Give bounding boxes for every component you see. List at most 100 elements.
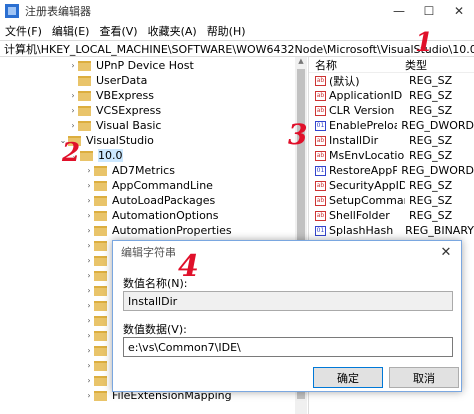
value-row[interactable]: ab ApplicationID REG_SZ <box>309 88 474 103</box>
tree-item[interactable]: › VCSExpress <box>0 103 306 118</box>
chevron-right-icon[interactable]: › <box>68 106 78 115</box>
value-name-cell: 01RestoreAppPath <box>309 164 397 177</box>
menu-help[interactable]: 帮助(H) <box>202 23 251 39</box>
chevron-right-icon[interactable]: › <box>84 331 94 340</box>
tree-item[interactable]: › AppCommandLine <box>0 178 306 193</box>
folder-icon <box>78 60 91 71</box>
value-row[interactable]: ab ShellFolder REG_SZ <box>309 208 474 223</box>
chevron-right-icon[interactable]: › <box>84 376 94 385</box>
cancel-button[interactable]: 取消 <box>389 367 459 388</box>
maximize-button[interactable]: ☐ <box>414 0 444 22</box>
dialog-close-button[interactable]: ✕ <box>431 241 461 263</box>
chevron-right-icon[interactable]: › <box>84 211 94 220</box>
folder-icon <box>94 210 107 221</box>
chevron-right-icon[interactable]: › <box>84 241 94 250</box>
value-name-cell: 01EnablePreload... <box>309 119 397 132</box>
address-bar[interactable]: 计算机\HKEY_LOCAL_MACHINE\SOFTWARE\WOW6432N… <box>0 40 474 57</box>
value-type: REG_SZ <box>409 134 453 147</box>
value-row[interactable]: 01 SplashHash REG_BINARY <box>309 223 474 238</box>
tree-item[interactable]: › UPnP Device Host <box>0 58 306 73</box>
chevron-right-icon[interactable]: › <box>84 181 94 190</box>
menu-bar: 文件(F) 编辑(E) 查看(V) 收藏夹(A) 帮助(H) <box>0 22 474 40</box>
tree-item-label: UserData <box>96 74 148 87</box>
tree-item[interactable]: ⌄ 10.0 <box>0 148 306 163</box>
chevron-right-icon[interactable]: › <box>84 301 94 310</box>
chevron-right-icon[interactable]: › <box>68 121 78 130</box>
value-name-field[interactable]: InstallDir <box>123 291 453 311</box>
folder-icon <box>94 300 107 311</box>
string-value-icon: ab <box>315 210 326 221</box>
string-value-icon: ab <box>315 75 326 86</box>
chevron-right-icon[interactable]: › <box>68 91 78 100</box>
scroll-up-arrow-icon[interactable]: ▲ <box>295 57 307 69</box>
value-row[interactable]: ab MsEnvLocation REG_SZ <box>309 148 474 163</box>
values-header: 名称 类型 <box>309 57 474 73</box>
folder-icon <box>78 105 91 116</box>
folder-icon <box>78 75 91 86</box>
value-name: ApplicationID <box>329 89 403 102</box>
menu-edit[interactable]: 编辑(E) <box>47 23 95 39</box>
folder-icon <box>94 240 107 251</box>
value-data-label: 数值数据(V): <box>123 323 187 336</box>
string-value-icon: ab <box>315 90 326 101</box>
folder-icon <box>94 225 107 236</box>
edit-string-dialog: 编辑字符串 ✕ 数值名称(N): InstallDir 数值数据(V): e:\… <box>112 240 462 392</box>
value-row[interactable]: 01RestoreAppPath REG_DWORD <box>309 163 474 178</box>
value-row[interactable]: ab (默认) REG_SZ <box>309 73 474 88</box>
tree-item[interactable]: › AutomationProperties <box>0 223 306 238</box>
tree-item[interactable]: UserData <box>0 73 306 88</box>
menu-view[interactable]: 查看(V) <box>94 23 142 39</box>
ok-button[interactable]: 确定 <box>313 367 383 388</box>
chevron-right-icon[interactable]: › <box>84 316 94 325</box>
value-name-cell: 01 SplashHash <box>309 224 401 237</box>
value-name: InstallDir <box>329 134 379 147</box>
menu-favorites[interactable]: 收藏夹(A) <box>143 23 202 39</box>
annotation-4: 4 <box>178 249 199 284</box>
value-type: REG_SZ <box>409 149 453 162</box>
value-data-field[interactable]: e:\vs\Common7\IDE\ <box>123 337 453 357</box>
tree-item-label: VBExpress <box>96 89 155 102</box>
value-row[interactable]: 01EnablePreload... REG_DWORD <box>309 118 474 133</box>
folder-icon <box>94 360 107 371</box>
value-name-cell: abSetupComman... <box>309 194 405 207</box>
value-name: SplashHash <box>329 224 394 237</box>
chevron-right-icon[interactable]: › <box>84 346 94 355</box>
tree-item[interactable]: › Visual Basic <box>0 118 306 133</box>
value-type: REG_SZ <box>409 179 453 192</box>
column-header-name[interactable]: 名称 <box>309 57 405 73</box>
value-name-cell: ab CLR Version <box>309 104 405 117</box>
value-name: EnablePreload... <box>329 119 397 132</box>
close-button[interactable]: ✕ <box>444 0 474 22</box>
chevron-right-icon[interactable]: › <box>84 166 94 175</box>
tree-item[interactable]: ⌄ VisualStudio <box>0 133 306 148</box>
chevron-right-icon[interactable]: › <box>68 61 78 70</box>
tree-item-label: AD7Metrics <box>112 164 175 177</box>
value-name: MsEnvLocation <box>329 149 405 162</box>
minimize-button[interactable]: — <box>384 0 414 22</box>
value-row[interactable]: abSetupComman... REG_SZ <box>309 193 474 208</box>
menu-file[interactable]: 文件(F) <box>0 23 47 39</box>
tree-item[interactable]: › AutomationOptions <box>0 208 306 223</box>
chevron-right-icon[interactable]: › <box>84 391 94 400</box>
address-path[interactable]: 计算机\HKEY_LOCAL_MACHINE\SOFTWARE\WOW6432N… <box>4 41 474 56</box>
value-type: REG_BINARY <box>405 224 474 237</box>
annotation-1: 1 <box>415 28 434 58</box>
column-header-type[interactable]: 类型 <box>405 57 427 73</box>
tree-item[interactable]: › AD7Metrics <box>0 163 306 178</box>
tree-item[interactable]: › VBExpress <box>0 88 306 103</box>
folder-icon <box>94 345 107 356</box>
value-row[interactable]: ab InstallDir REG_SZ <box>309 133 474 148</box>
chevron-right-icon[interactable]: › <box>84 271 94 280</box>
chevron-right-icon[interactable]: › <box>84 361 94 370</box>
folder-icon <box>94 315 107 326</box>
chevron-right-icon[interactable]: › <box>84 226 94 235</box>
value-row[interactable]: ab CLR Version REG_SZ <box>309 103 474 118</box>
chevron-right-icon[interactable]: › <box>84 286 94 295</box>
chevron-right-icon[interactable]: › <box>84 196 94 205</box>
value-name-cell: ab MsEnvLocation <box>309 149 405 162</box>
tree-item[interactable]: › AutoLoadPackages <box>0 193 306 208</box>
chevron-right-icon[interactable]: › <box>84 256 94 265</box>
value-row[interactable]: ab SecurityAppID REG_SZ <box>309 178 474 193</box>
regedit-app-icon <box>5 4 19 18</box>
string-value-icon: ab <box>315 195 326 206</box>
